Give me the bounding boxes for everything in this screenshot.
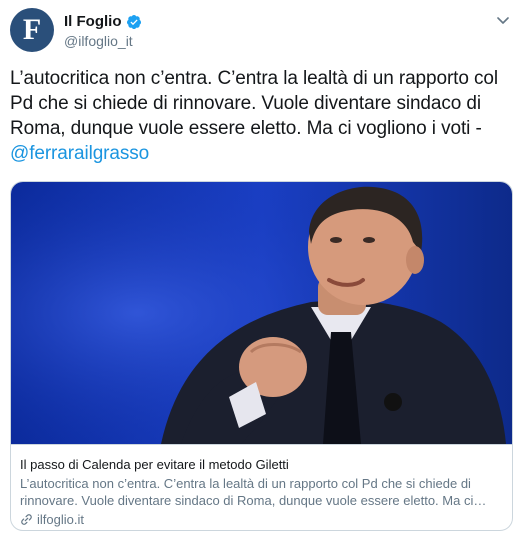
card-title: Il passo di Calenda per evitare il metod… <box>20 457 289 472</box>
display-name[interactable]: Il Foglio <box>64 13 122 30</box>
verified-badge-icon <box>126 14 141 29</box>
avatar-letter: F <box>22 13 42 46</box>
tweet-text: L’autocritica non c’entra. C’entra la le… <box>10 66 513 166</box>
mention-link[interactable]: @ferrarailgrasso <box>10 143 149 164</box>
avatar[interactable]: F <box>10 8 54 52</box>
card-description: L’autocritica non c’entra. C’entra la le… <box>20 476 487 508</box>
card-domain-text: ilfoglio.it <box>37 512 84 527</box>
card-image[interactable] <box>11 182 512 444</box>
card-photo <box>11 182 512 444</box>
link-icon <box>21 514 32 525</box>
link-card[interactable]: Il passo di Calenda per evitare il metod… <box>10 181 513 531</box>
card-domain: ilfoglio.it <box>20 512 503 527</box>
chevron-down-icon[interactable] <box>495 12 511 28</box>
tweet-body: L’autocritica non c’entra. C’entra la le… <box>10 68 498 139</box>
card-meta: Il passo di Calenda per evitare il metod… <box>11 444 512 527</box>
tweet-header: F Il Foglio @ilfoglio_it <box>10 8 513 52</box>
user-handle[interactable]: @ilfoglio_it <box>64 33 142 49</box>
author-names: Il Foglio @ilfoglio_it <box>64 13 142 49</box>
